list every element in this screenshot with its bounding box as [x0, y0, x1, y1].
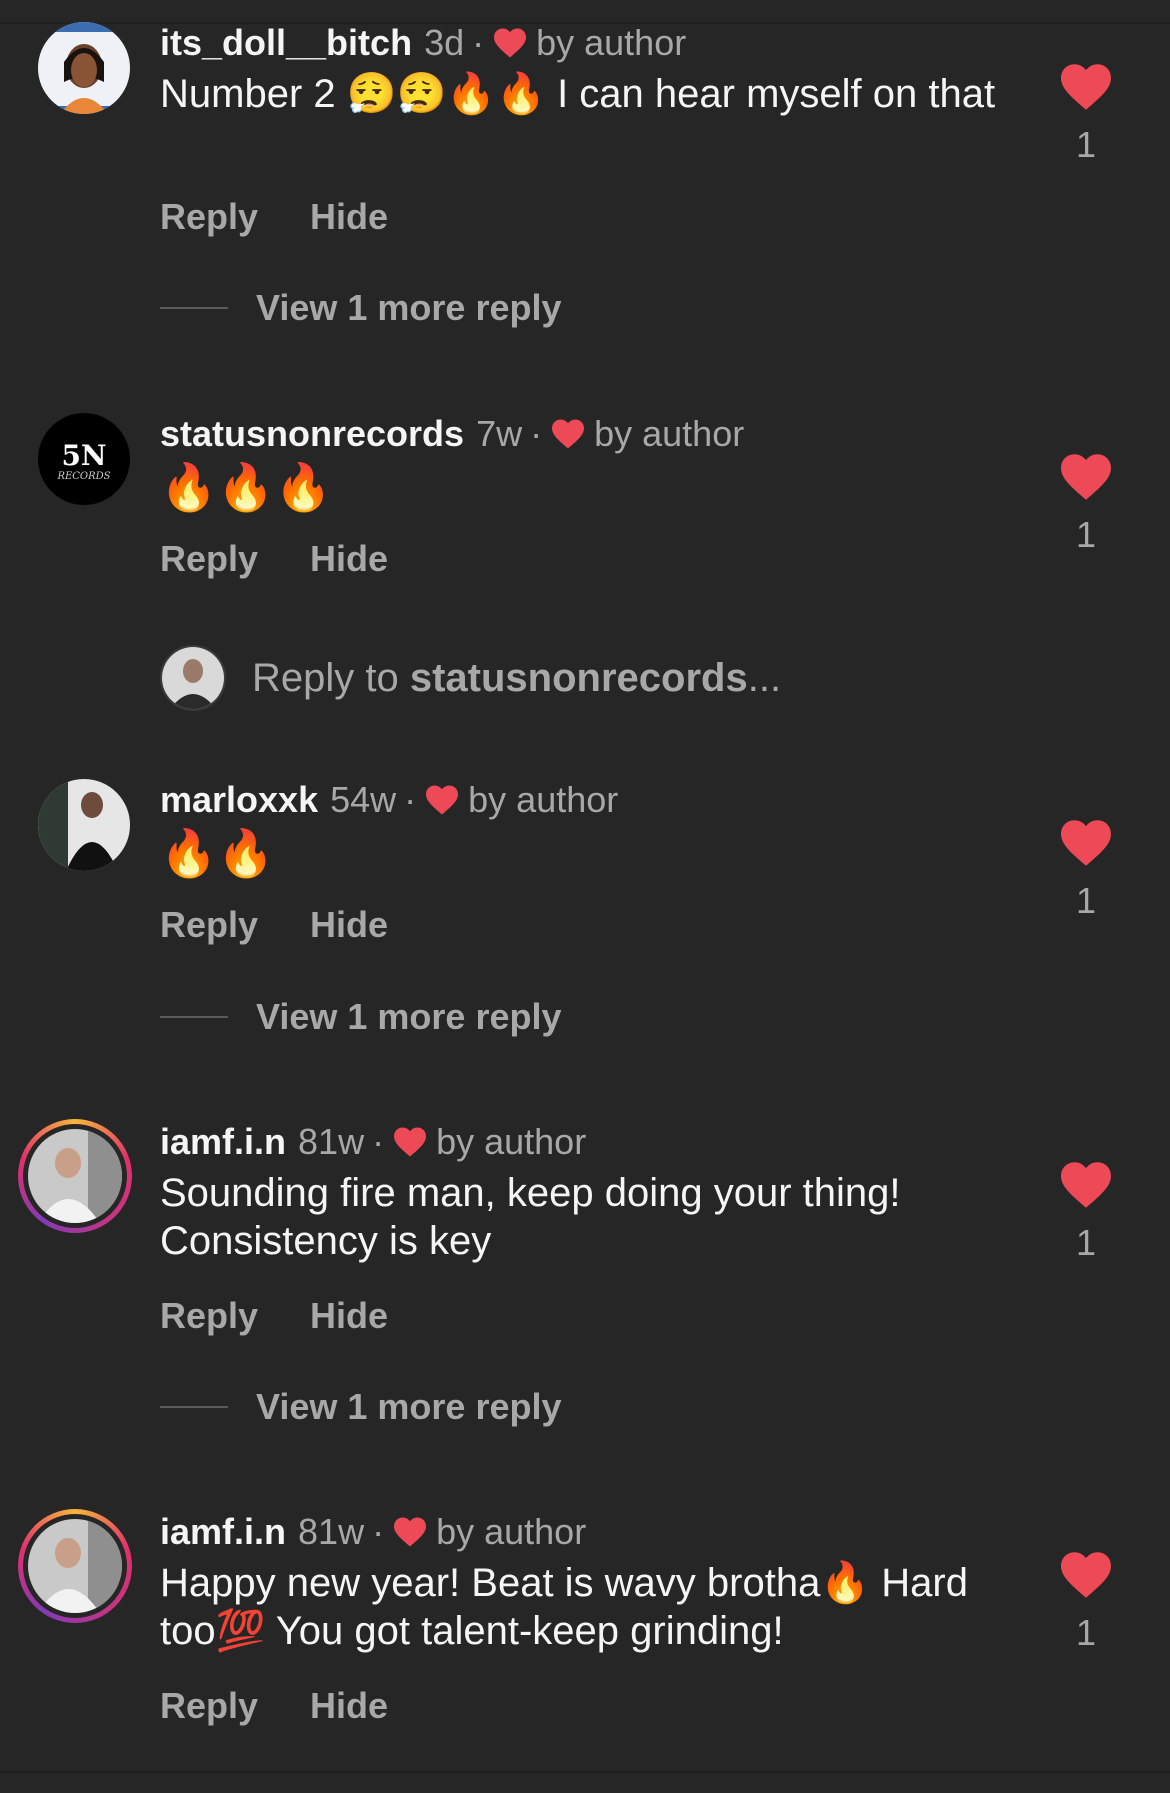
comment-actions: Reply Hide [160, 538, 388, 580]
avatar [28, 1129, 122, 1223]
reply-compose-suffix: ... [747, 655, 782, 700]
heart-icon[interactable] [1058, 452, 1114, 502]
thread-line [160, 307, 228, 309]
comment-text: 🔥🔥 [160, 826, 275, 880]
heart-icon[interactable] [1058, 1160, 1114, 1210]
comment-actions: Reply Hide [160, 196, 388, 238]
comment-meta: marloxxk 54w · by author [160, 777, 618, 823]
separator-dot: · [372, 1511, 385, 1552]
heart-icon[interactable] [1058, 1550, 1114, 1600]
comment-actions: Reply Hide [160, 1685, 388, 1727]
comment-meta: iamf.i.n 81w · by author [160, 1509, 586, 1555]
separator-dot: · [530, 413, 543, 454]
like-button[interactable]: 1 [1058, 1160, 1114, 1264]
hide-button[interactable]: Hide [310, 1295, 388, 1337]
view-more-label: View 1 more reply [256, 1386, 562, 1427]
comment-time: 7w [476, 413, 523, 454]
view-more-label: View 1 more reply [256, 996, 562, 1037]
comment-meta: its_doll__bitch 3d · by author [160, 20, 686, 66]
bottom-divider [0, 1771, 1170, 1773]
like-count: 1 [1075, 124, 1097, 165]
reply-compose[interactable]: Reply to statusnonrecords ... [160, 643, 781, 713]
svg-text:RECORDS: RECORDS [56, 471, 110, 482]
comment-text: 🔥🔥🔥 [160, 460, 332, 514]
comment-meta: statusnonrecords 7w · by author [160, 411, 744, 457]
author-liked-heart-icon [426, 785, 459, 815]
username[interactable]: iamf.i.n [160, 1511, 286, 1553]
reply-button[interactable]: Reply [160, 1685, 258, 1727]
by-author-label: by author [436, 1511, 587, 1552]
separator-dot: · [404, 779, 417, 820]
heart-icon[interactable] [1058, 62, 1114, 112]
comment-text: Number 2 😮‍💨😮‍💨🔥🔥 I can hear myself on t… [160, 72, 996, 116]
reply-button[interactable]: Reply [160, 1295, 258, 1337]
view-more-replies[interactable]: View 1 more reply [160, 287, 562, 328]
hide-button[interactable]: Hide [310, 196, 388, 238]
author-liked-heart-icon [552, 419, 585, 449]
comment-actions: Reply Hide [160, 1295, 388, 1337]
avatar-story-ring[interactable] [18, 1509, 132, 1623]
separator-dot: · [472, 22, 485, 63]
avatar [28, 1519, 122, 1613]
by-author-label: by author [536, 22, 687, 63]
like-count: 1 [1075, 1222, 1097, 1263]
by-author-label: by author [436, 1121, 587, 1162]
reply-compose-prefix: Reply to [252, 655, 410, 700]
like-count: 1 [1075, 880, 1097, 921]
avatar-story-ring[interactable] [18, 1119, 132, 1233]
comment-actions: Reply Hide [160, 904, 388, 946]
like-count: 1 [1075, 1612, 1097, 1653]
username[interactable]: marloxxk [160, 779, 318, 821]
current-user-avatar [160, 645, 226, 711]
author-liked-heart-icon [394, 1127, 427, 1157]
hide-button[interactable]: Hide [310, 538, 388, 580]
separator-dot: · [372, 1121, 385, 1162]
view-more-replies[interactable]: View 1 more reply [160, 1386, 562, 1427]
like-button[interactable]: 1 [1058, 452, 1114, 556]
svg-text:5N: 5N [61, 439, 106, 472]
hide-button[interactable]: Hide [310, 904, 388, 946]
comment-time: 3d [424, 22, 465, 63]
author-liked-heart-icon [494, 28, 527, 58]
avatar[interactable]: 5N RECORDS [38, 413, 130, 505]
reply-compose-handle: statusnonrecords [409, 655, 748, 700]
thread-line [160, 1016, 228, 1018]
reply-button[interactable]: Reply [160, 538, 258, 580]
heart-icon[interactable] [1058, 818, 1114, 868]
thread-line [160, 1406, 228, 1408]
avatar[interactable] [38, 22, 130, 114]
author-liked-heart-icon [394, 1517, 427, 1547]
comment-time: 81w [298, 1511, 365, 1552]
avatar[interactable] [38, 779, 130, 871]
comment-time: 81w [298, 1121, 365, 1162]
reply-button[interactable]: Reply [160, 196, 258, 238]
username[interactable]: iamf.i.n [160, 1121, 286, 1163]
username[interactable]: statusnonrecords [160, 413, 464, 455]
view-more-label: View 1 more reply [256, 287, 562, 328]
like-button[interactable]: 1 [1058, 1550, 1114, 1654]
like-button[interactable]: 1 [1058, 62, 1114, 166]
hide-button[interactable]: Hide [310, 1685, 388, 1727]
comment-time: 54w [330, 779, 397, 820]
like-count: 1 [1075, 514, 1097, 555]
username[interactable]: its_doll__bitch [160, 22, 412, 64]
comment-meta: iamf.i.n 81w · by author [160, 1119, 586, 1165]
by-author-label: by author [468, 779, 619, 820]
by-author-label: by author [594, 413, 745, 454]
comment-text: Sounding fire man, keep doing your thing… [160, 1171, 901, 1263]
like-button[interactable]: 1 [1058, 818, 1114, 922]
comment-text: Happy new year! Beat is wavy brotha🔥 Har… [160, 1561, 968, 1653]
view-more-replies[interactable]: View 1 more reply [160, 996, 562, 1037]
reply-button[interactable]: Reply [160, 904, 258, 946]
